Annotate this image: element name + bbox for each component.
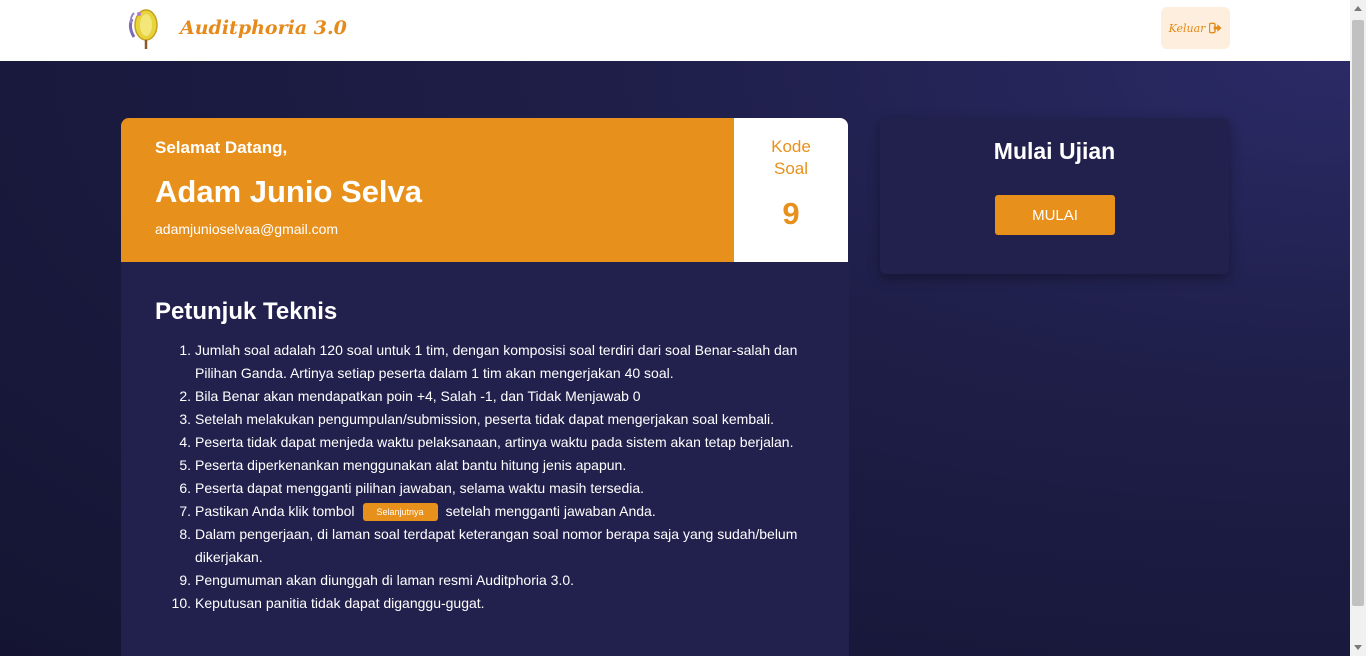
instruction-item: 4. Peserta tidak dapat menjeda waktu pela… [179,434,794,450]
logout-button[interactable]: Keluar [1161,7,1230,49]
user-email: adamjunioselvaa@gmail.com [155,221,339,237]
logout-label: Keluar [1168,21,1206,35]
next-button-sample: Selanjutnya [362,503,438,522]
instructions-title: Petunjuk Teknis [155,298,338,325]
greeting-text: Selamat Datang, [155,138,288,157]
instruction-item: 1. Jumlah soal adalah 120 soal untuk 1 ti… [179,342,798,381]
user-name: Adam Junio Selva [155,174,423,209]
scroll-down-arrow-icon[interactable] [1354,645,1362,650]
scrollbar-thumb[interactable] [1352,20,1364,606]
instruction-item: 3. Setelah melakukan pengumpulan/submissi… [179,411,775,427]
scroll-up-arrow-icon[interactable] [1354,6,1362,11]
start-exam-button[interactable]: MULAI [995,195,1115,235]
instruction-item: 8. Dalam pengerjaan, di laman soal terdap… [179,526,798,565]
question-code-card: Kode Soal 9 [734,118,848,262]
start-exam-title: Mulai Ujian [993,138,1116,164]
welcome-card: Selamat Datang, Adam Junio Selva adamjun… [121,118,734,262]
instruction-item: 9. Pengumuman akan diunggah di laman resm… [179,572,575,588]
instruction-item: 6. Peserta dapat mengganti pilihan jawaba… [179,480,645,496]
instructions-list: 1. Jumlah soal adalah 120 soal untuk 1 ti… [171,339,835,615]
instruction-item: 5. Peserta diperkenankan menggunakan alat… [179,457,627,473]
instructions-card: Petunjuk Teknis 1. Jumlah soal adalah 120… [121,262,849,656]
instruction-item: 2. Bila Benar akan mendapatkan poin +4, S… [179,388,641,404]
top-navbar: Auditphoria 3.0 Keluar [0,0,1350,62]
question-code-label: Kode Soal [734,136,848,180]
brand-name[interactable]: Auditphoria 3.0 [180,17,347,39]
start-exam-card: Mulai Ujian MULAI [880,118,1229,274]
sign-out-icon [1209,22,1222,34]
question-code-label-text: Kode Soal [771,137,811,178]
brand-logo-icon[interactable] [126,5,162,51]
question-code-value: 9 [782,196,800,231]
instruction-item: 7. Pastikan Anda klik tombol Selanjutnya se… [179,500,835,523]
instruction-item: 10. Keputusan panitia tidak dapat digangg… [171,595,485,611]
